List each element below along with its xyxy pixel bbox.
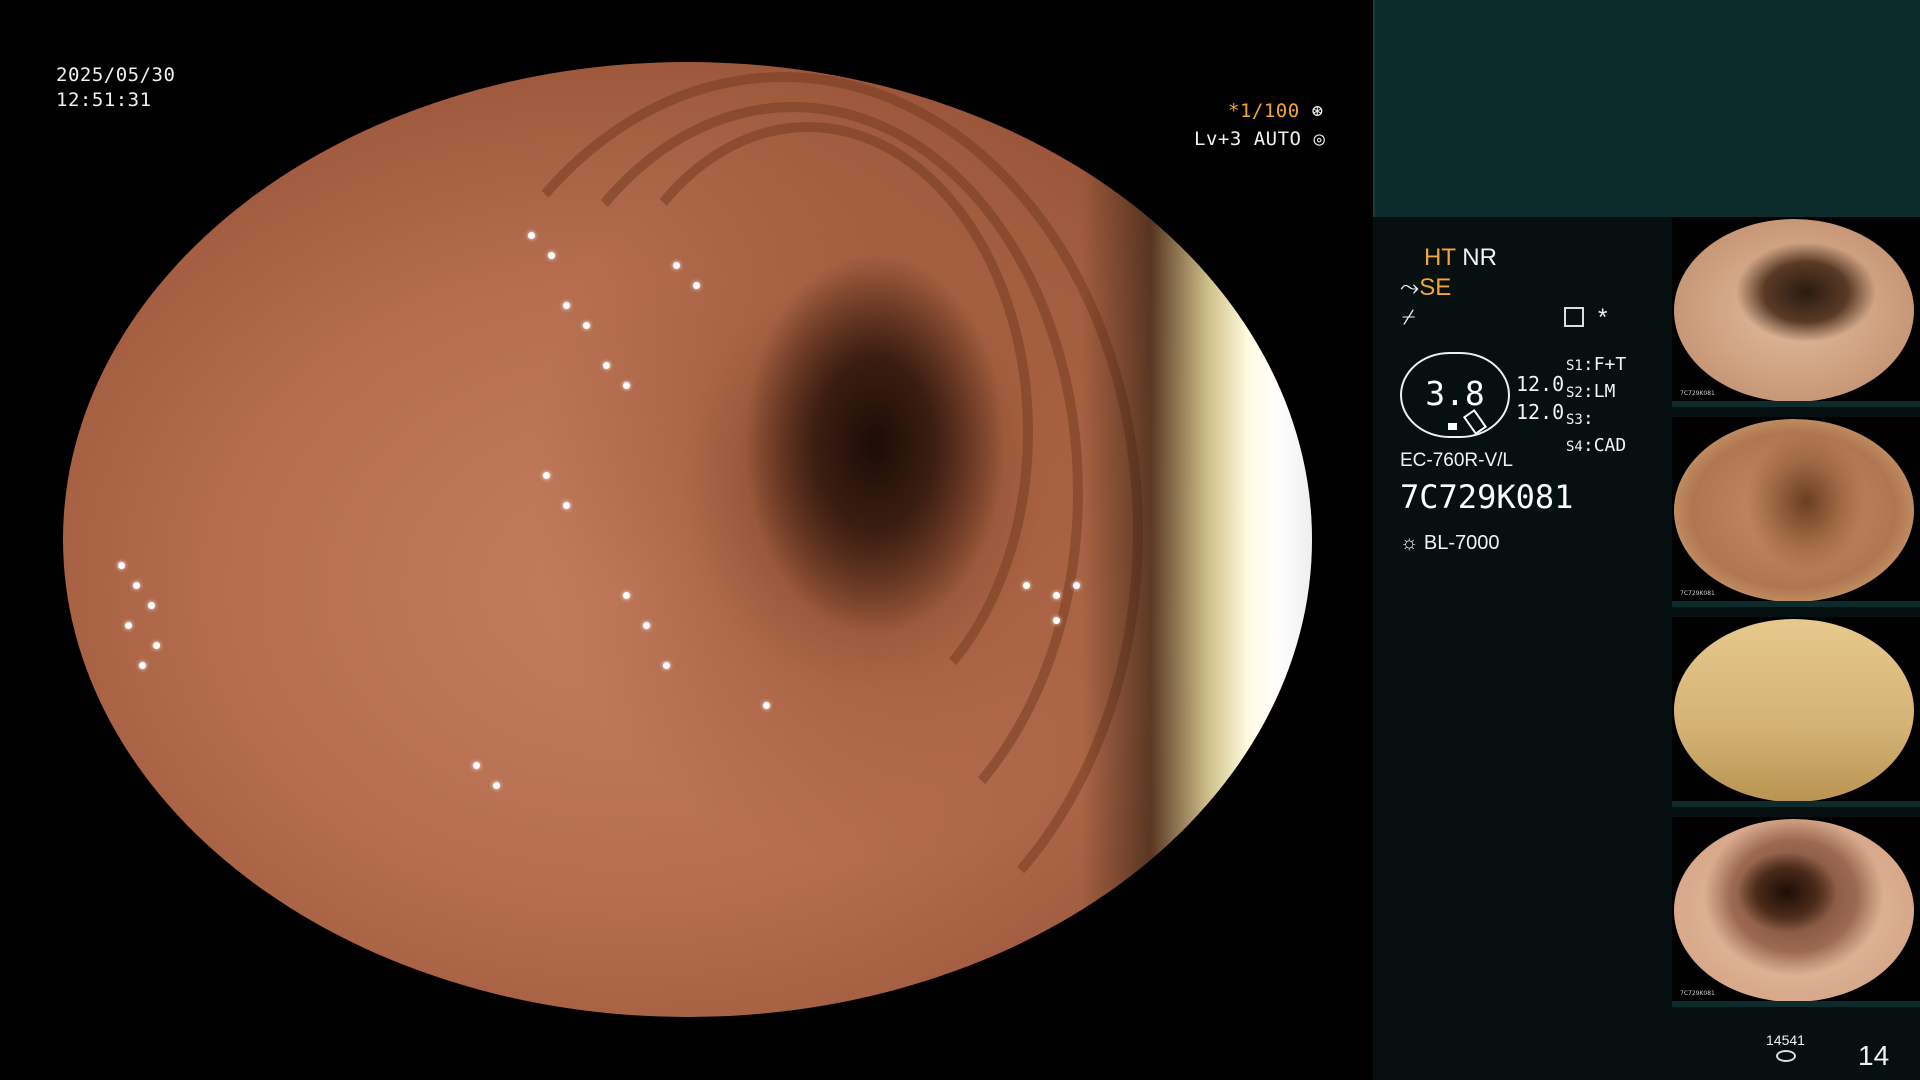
brightness-level: Lv+3 <box>1194 128 1242 150</box>
asterisk-mark: * <box>1598 304 1608 331</box>
thumbnail-2[interactable]: 7C729K081 <box>1672 417 1920 607</box>
ht-flag: HT <box>1424 244 1456 271</box>
thumbnail-4[interactable]: 7C729K081 <box>1672 817 1920 1007</box>
scope-serial: 7C729K081 <box>1400 478 1574 516</box>
iris-icon: ◎ <box>1313 128 1326 150</box>
switch-s1: S1:F+T <box>1566 354 1627 375</box>
nr-flag: NR <box>1462 244 1497 271</box>
endoscope-live-view <box>63 62 1312 1017</box>
image-count: 14 <box>1858 1040 1890 1071</box>
thumbnail-1[interactable]: 7C729K081 <box>1672 217 1920 407</box>
zoom-value: 3.8 <box>1425 374 1485 413</box>
scope-model: EC-760R-V/L <box>1400 450 1513 471</box>
thumbnail-3[interactable] <box>1672 617 1920 807</box>
shutter-speed: *1/100 <box>1228 100 1300 122</box>
light-source: ☼ BL-7000 <box>1400 532 1500 555</box>
switch-s2: S2:LM <box>1566 381 1616 402</box>
mucosal-fold <box>423 72 1143 992</box>
processing-flags: HT NR <box>1424 244 1497 272</box>
record-count: 14541 <box>1766 1032 1805 1048</box>
iris-mode: AUTO <box>1253 128 1302 150</box>
se-flag: SE <box>1419 274 1452 301</box>
storage-disk-icon <box>1776 1050 1796 1062</box>
exposure-indicator: Lv+3 AUTO ◎ <box>1194 128 1325 150</box>
light-bulb-icon: ☼ <box>1400 532 1419 554</box>
exam-date: 2025/05/30 <box>56 64 176 86</box>
exam-time: 12:51:31 <box>56 89 152 111</box>
gauge-marker <box>1448 423 1457 430</box>
color-tone-icon: ⌿ <box>1402 304 1416 329</box>
switch-assignments: S1:F+T S2:LM S3: S4:CAD <box>1566 352 1626 460</box>
shutter-icon: ⊛ <box>1311 100 1324 122</box>
gauge-reading-1: 12.0 <box>1516 372 1565 396</box>
switch-s3: S3: <box>1566 408 1594 429</box>
shutter-indicator: *1/100 ⊛ <box>1228 100 1324 122</box>
zoom-gauge: 3.8 <box>1400 352 1510 438</box>
structure-enhance: ⤳SE <box>1400 274 1451 302</box>
info-panel-header <box>1373 0 1920 217</box>
gauge-reading-2: 12.0 <box>1516 400 1565 424</box>
switch-s4: S4:CAD <box>1566 435 1627 456</box>
settings-list-icon <box>1564 307 1584 327</box>
enhance-icon: ⤳ <box>1400 274 1420 301</box>
light-source-model: BL-7000 <box>1423 532 1500 554</box>
